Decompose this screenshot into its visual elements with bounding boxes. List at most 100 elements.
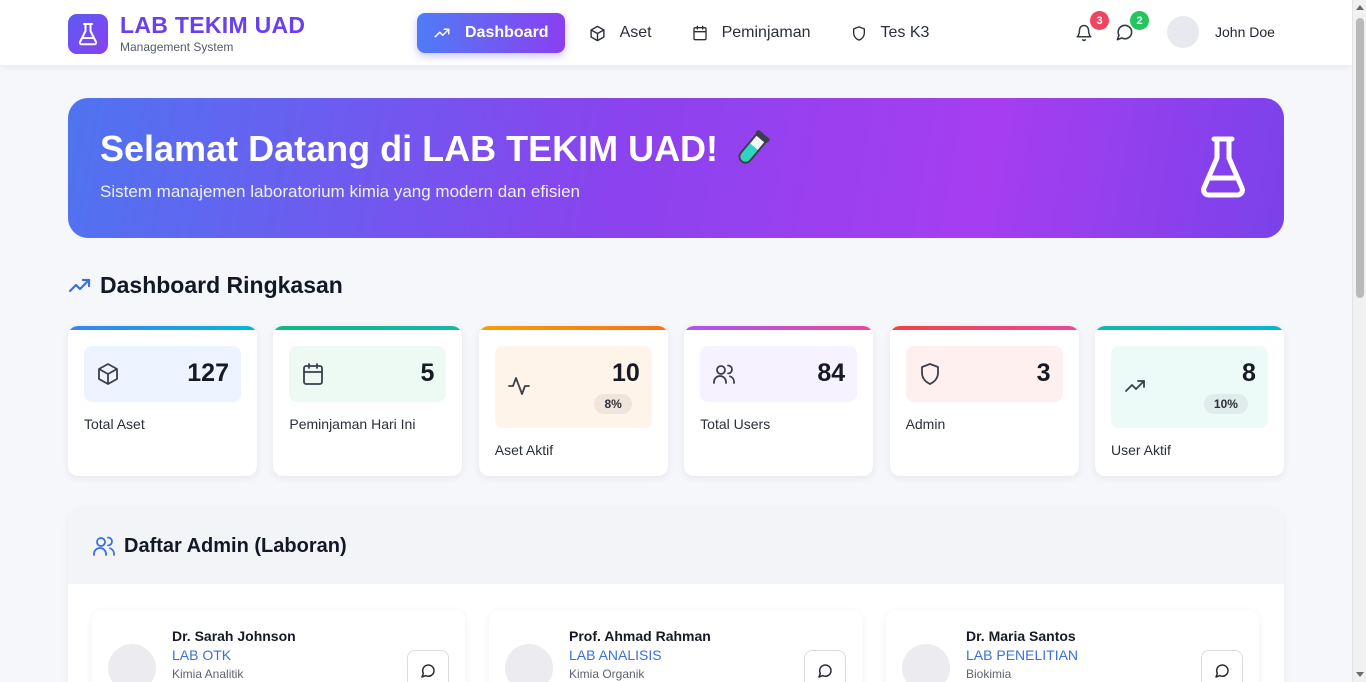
- stat-card-admin[interactable]: 3 Admin: [889, 326, 1079, 476]
- users-icon: [93, 536, 115, 556]
- nav-dashboard-label: Dashboard: [465, 24, 549, 41]
- welcome-title: Selamat Datang di LAB TEKIM UAD!: [100, 128, 719, 169]
- card-label: Peminjaman Hari Ini: [289, 416, 416, 432]
- admin-list-panel: Daftar Admin (Laboran) Dr. Sarah Johnson…: [68, 508, 1284, 682]
- card-accent-bar: [478, 326, 668, 330]
- trending-up-icon: [68, 278, 91, 292]
- admin-card[interactable]: Dr. Maria Santos LAB PENELITIAN Biokimia: [886, 610, 1259, 682]
- admin-lab: LAB OTK: [172, 647, 232, 663]
- card-label: Admin: [905, 416, 946, 432]
- box-icon: [589, 25, 605, 41]
- notifications-button[interactable]: 3: [1075, 11, 1109, 43]
- stat-card-total-aset[interactable]: 127 Total Aset: [68, 326, 257, 476]
- box-icon: [98, 363, 118, 385]
- nav-tes-k3[interactable]: Tes K3: [835, 13, 946, 53]
- brand[interactable]: LAB TEKIM UAD Management System: [68, 13, 305, 54]
- bell-icon: [1076, 24, 1092, 42]
- user-name[interactable]: John Doe: [1215, 24, 1275, 40]
- card-accent-bar: [889, 326, 1079, 330]
- welcome-subtitle: Sistem manajemen laboratorium kimia yang…: [100, 182, 581, 201]
- scroll-down-arrow[interactable]: [1356, 672, 1364, 677]
- admin-name: Dr. Maria Santos: [966, 628, 1076, 644]
- chat-button[interactable]: [407, 650, 449, 682]
- nav-peminjaman[interactable]: Peminjaman: [676, 13, 827, 53]
- page-scrollbar[interactable]: [1352, 0, 1366, 682]
- nav-dashboard[interactable]: Dashboard: [417, 13, 565, 53]
- card-accent-bar: [684, 326, 874, 330]
- card-percentage-badge: 8%: [594, 394, 632, 414]
- header-actions: 3 2 John Doe: [1075, 11, 1275, 48]
- nav-peminjaman-label: Peminjaman: [721, 24, 811, 41]
- stat-card-peminjaman[interactable]: 5 Peminjaman Hari Ini: [273, 326, 463, 476]
- admin-department: Kimia Analitik: [172, 667, 244, 681]
- avatar: [902, 644, 950, 682]
- card-value-box: 8 10%: [1110, 346, 1268, 428]
- flask-icon: [1201, 136, 1245, 198]
- card-percentage-badge: 10%: [1203, 394, 1248, 414]
- messages-badge: 2: [1130, 11, 1149, 30]
- admin-lab: LAB PENELITIAN: [966, 647, 1079, 663]
- trending-up-icon: [434, 28, 450, 38]
- card-label: User Aktif: [1110, 442, 1171, 458]
- avatar: [505, 644, 553, 682]
- top-header: LAB TEKIM UAD Management System Dashboar…: [0, 0, 1352, 66]
- admin-card[interactable]: Prof. Ahmad Rahman LAB ANALISIS Kimia Or…: [489, 610, 862, 682]
- card-value: 84: [817, 359, 846, 387]
- admin-list-title: Daftar Admin (Laboran): [124, 534, 347, 557]
- admin-name: Dr. Sarah Johnson: [172, 628, 296, 644]
- admin-name: Prof. Ahmad Rahman: [569, 628, 711, 644]
- card-value-box: 84: [700, 346, 858, 402]
- card-value-box: 5: [289, 346, 447, 402]
- users-icon: [713, 364, 736, 384]
- card-value: 127: [187, 359, 229, 387]
- card-value-box: 127: [84, 346, 241, 402]
- card-label: Total Aset: [84, 416, 145, 432]
- card-accent-bar: [68, 326, 257, 330]
- messages-button[interactable]: 2: [1115, 11, 1149, 43]
- summary-cards: 127 Total Aset 5 Peminjaman Hari Ini 10 …: [68, 326, 1284, 476]
- card-value-box: 3: [905, 346, 1063, 402]
- chat-button[interactable]: [1201, 650, 1243, 682]
- calendar-icon: [303, 363, 324, 385]
- card-value: 8: [1242, 359, 1256, 387]
- shield-icon: [920, 363, 939, 385]
- activity-icon: [507, 377, 530, 395]
- admin-card[interactable]: Dr. Sarah Johnson LAB OTK Kimia Analitik: [92, 610, 465, 682]
- test-tube-icon: [738, 130, 770, 164]
- notifications-badge: 3: [1090, 11, 1109, 30]
- admin-lab: LAB ANALISIS: [569, 647, 662, 663]
- section-title-summary: Dashboard Ringkasan: [100, 272, 343, 298]
- brand-title: LAB TEKIM UAD: [120, 12, 306, 38]
- avatar: [108, 644, 156, 682]
- admin-department: Kimia Organik: [569, 667, 645, 681]
- main-nav: Dashboard Aset Peminjaman Tes K3: [417, 13, 953, 53]
- welcome-banner: Selamat Datang di LAB TEKIM UAD! Sistem …: [68, 98, 1284, 238]
- admin-department: Biokimia: [966, 667, 1012, 681]
- message-circle-icon: [818, 664, 832, 678]
- card-label: Total Users: [700, 416, 771, 432]
- chat-button[interactable]: [804, 650, 846, 682]
- card-value: 3: [1036, 359, 1051, 387]
- card-value: 5: [420, 359, 435, 387]
- nav-aset-label: Aset: [619, 24, 652, 41]
- stat-card-total-users[interactable]: 84 Total Users: [684, 326, 874, 476]
- stat-card-aset-aktif[interactable]: 10 8% Aset Aktif: [478, 326, 668, 476]
- nav-tes-k3-label: Tes K3: [880, 24, 930, 41]
- scroll-thumb[interactable]: [1356, 18, 1364, 298]
- brand-subtitle: Management System: [120, 40, 234, 54]
- card-value: 10: [611, 359, 640, 387]
- message-circle-icon: [1215, 664, 1229, 678]
- admin-cards: Dr. Sarah Johnson LAB OTK Kimia Analitik…: [92, 610, 1259, 682]
- card-label: Aset Aktif: [494, 442, 554, 458]
- card-value-box: 10 8%: [494, 346, 652, 428]
- user-avatar[interactable]: [1167, 16, 1199, 48]
- trending-up-icon: [1125, 380, 1145, 392]
- scroll-up-arrow[interactable]: [1356, 5, 1364, 10]
- card-accent-bar: [1094, 326, 1284, 330]
- nav-aset[interactable]: Aset: [573, 13, 668, 53]
- calendar-icon: [692, 25, 707, 41]
- shield-icon: [852, 25, 865, 41]
- flask-icon: [68, 13, 108, 54]
- message-circle-icon: [421, 664, 435, 678]
- stat-card-user-aktif[interactable]: 8 10% User Aktif: [1094, 326, 1284, 476]
